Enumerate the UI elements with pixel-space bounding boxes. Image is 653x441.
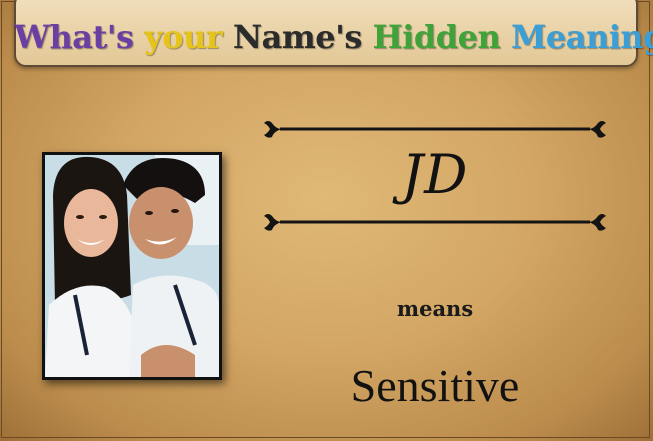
title-word: Name's bbox=[232, 18, 373, 56]
page-title: What's your Name's Hidden Meaning? bbox=[14, 18, 653, 56]
title-word: Meaning bbox=[510, 18, 653, 56]
title-word: your bbox=[144, 18, 233, 56]
couple-photo-illustration bbox=[45, 155, 219, 377]
name-text: JD bbox=[401, 143, 469, 206]
couple-photo bbox=[42, 152, 222, 380]
means-label: means bbox=[396, 296, 474, 321]
title-word: What's bbox=[14, 18, 145, 56]
ornamental-divider-top bbox=[264, 121, 606, 138]
meaning-text: Sensitive bbox=[350, 360, 520, 411]
ornamental-divider-bottom bbox=[264, 214, 606, 231]
title-word: Hidden bbox=[372, 18, 511, 56]
